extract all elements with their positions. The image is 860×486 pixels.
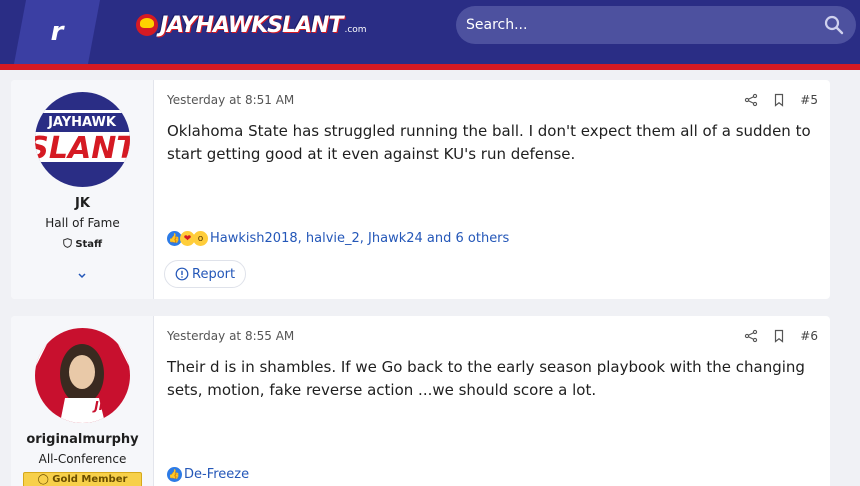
post: JFC originalmurphy All-Conference ◯ Gold… <box>11 316 830 486</box>
post: JAYHAWK SLANT JK Hall of Fame Staff Yest… <box>11 80 830 299</box>
search-input[interactable] <box>466 15 806 35</box>
bookmark-icon[interactable] <box>772 329 786 343</box>
jayhawk-icon <box>136 14 158 36</box>
reaction-icons: 👍 ❤ o <box>167 231 208 246</box>
wow-icon: o <box>193 231 208 246</box>
staff-badge-label: Staff <box>75 239 103 250</box>
avatar-text-bottom: SLANT <box>35 131 130 166</box>
share-icon[interactable] <box>744 93 758 107</box>
user-title: Hall of Fame <box>45 216 120 230</box>
avatar[interactable]: JAYHAWK SLANT <box>35 92 130 187</box>
post-date[interactable]: Yesterday at 8:55 AM <box>167 329 294 343</box>
post-number-link[interactable]: #6 <box>800 329 818 343</box>
gold-member-badge: ◯ Gold Member <box>23 472 142 486</box>
rivals-logo-letter: r <box>50 17 64 47</box>
post-actions: #5 <box>744 93 818 107</box>
reaction-icons: 👍 <box>167 467 182 482</box>
post-number-link[interactable]: #5 <box>800 93 818 107</box>
shield-icon <box>63 238 72 248</box>
reactions-bar[interactable]: 👍 ❤ o Hawkish2018, halvie_2, Jhawk24 and… <box>167 231 509 246</box>
report-button-label: Report <box>192 266 236 282</box>
bookmark-icon[interactable] <box>772 93 786 107</box>
report-button[interactable]: Report <box>164 260 247 288</box>
header-accent-bar <box>0 64 860 70</box>
search-bar <box>456 6 856 44</box>
avatar-text-top: JAYHAWK <box>47 115 117 130</box>
username[interactable]: originalmurphy <box>11 432 154 447</box>
search-icon[interactable] <box>824 15 844 35</box>
post-user-panel: JAYHAWK SLANT JK Hall of Fame Staff <box>11 80 154 299</box>
reactions-users-link[interactable]: De-Freeze <box>184 467 249 482</box>
reactions-bar[interactable]: 👍 De-Freeze <box>167 467 249 482</box>
site-logo-suffix: .com <box>344 25 367 35</box>
post-date[interactable]: Yesterday at 8:51 AM <box>167 93 294 107</box>
post-actions: #6 <box>744 329 818 343</box>
gold-member-label: Gold Member <box>52 474 128 485</box>
staff-badge: Staff <box>11 238 154 250</box>
avatar[interactable]: JFC <box>35 328 130 423</box>
site-logo-text: JAYHAWKSLANT <box>160 12 343 38</box>
post-content: Their d is in shambles. If we Go back to… <box>167 358 805 399</box>
avatar-text: JFC <box>92 399 116 413</box>
report-icon <box>175 267 189 281</box>
username[interactable]: JK <box>11 196 154 211</box>
like-icon: 👍 <box>167 467 182 482</box>
reactions-users-link[interactable]: Hawkish2018, halvie_2, Jhawk24 and 6 oth… <box>210 231 509 246</box>
post-content: Oklahoma State has struggled running the… <box>167 122 811 163</box>
post-user-panel: JFC originalmurphy All-Conference ◯ Gold… <box>11 316 154 486</box>
chevron-down-icon[interactable] <box>75 269 89 283</box>
rivals-logo-button[interactable]: r <box>14 0 100 64</box>
share-icon[interactable] <box>744 329 758 343</box>
shield-icon: ◯ <box>37 474 49 485</box>
site-logo[interactable]: JAYHAWKSLANT .com <box>136 10 367 40</box>
site-header: r JAYHAWKSLANT .com <box>0 0 860 64</box>
user-title: All-Conference <box>38 452 127 466</box>
